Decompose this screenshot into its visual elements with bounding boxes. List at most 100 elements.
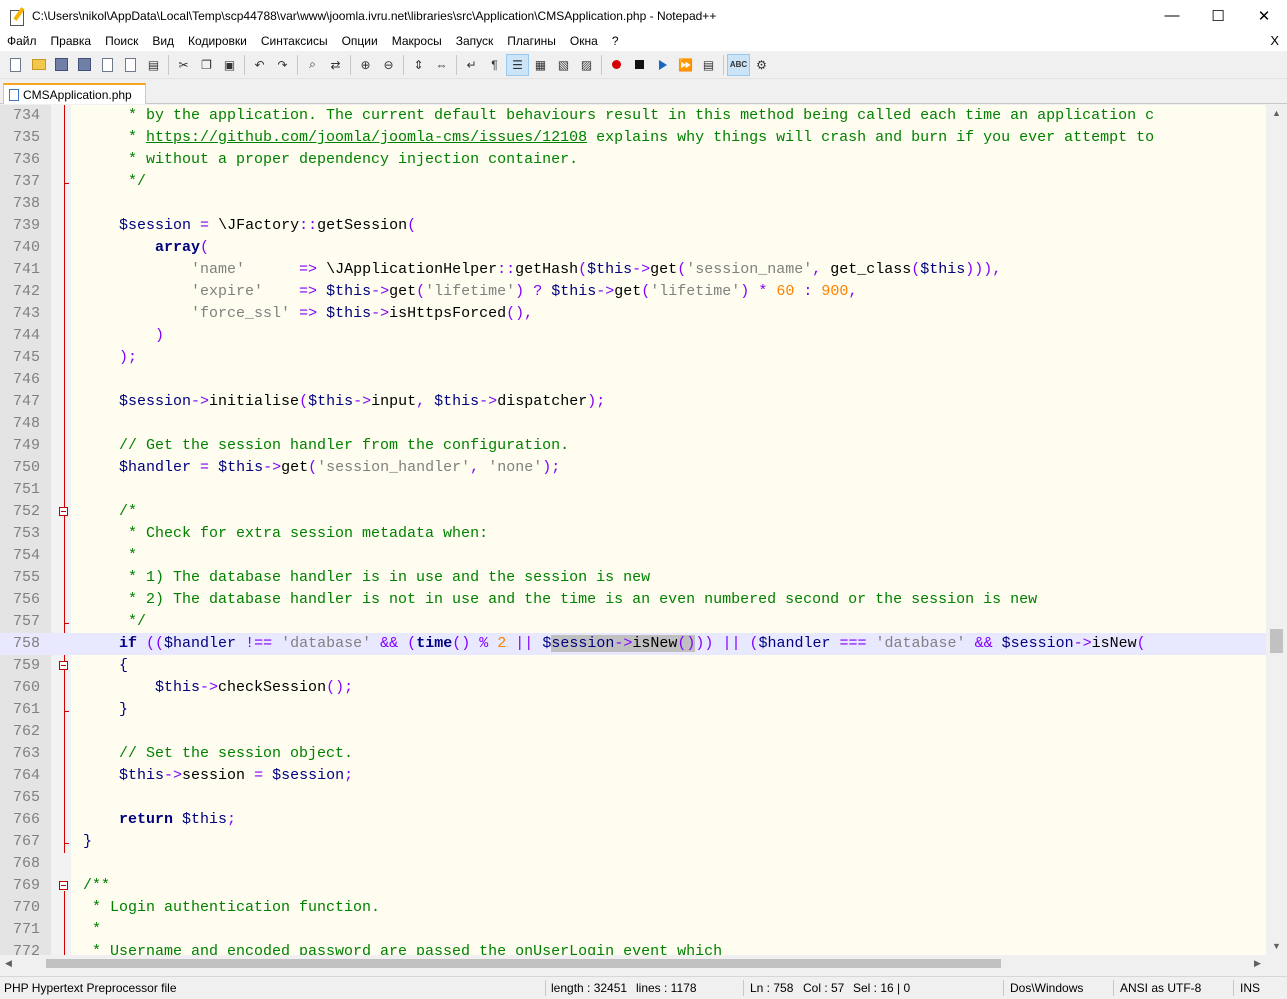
code-line[interactable]: 735 * https://github.com/joomla/joomla-c… bbox=[0, 127, 1266, 149]
fold-toggle-icon[interactable] bbox=[59, 661, 68, 670]
scroll-left-icon[interactable]: ◀ bbox=[0, 955, 17, 972]
menu-run[interactable]: Запуск bbox=[449, 31, 501, 51]
code-line[interactable]: 740 array( bbox=[0, 237, 1266, 259]
code-line[interactable]: 743 'force_ssl' => $this->isHttpsForced(… bbox=[0, 303, 1266, 325]
find-icon[interactable]: ⌕ bbox=[301, 54, 324, 76]
menu-file[interactable]: Файл bbox=[0, 31, 44, 51]
show-all-chars-icon[interactable]: ¶ bbox=[483, 54, 506, 76]
menu-options[interactable]: Опции bbox=[335, 31, 385, 51]
sync-horizontal-icon[interactable]: ⇔ bbox=[430, 54, 453, 76]
spell-check-icon[interactable]: ABC bbox=[727, 53, 750, 76]
save-icon[interactable] bbox=[50, 54, 73, 76]
menu-macros[interactable]: Макросы bbox=[385, 31, 449, 51]
function-list-icon[interactable]: ▧ bbox=[552, 54, 575, 76]
vertical-scroll-thumb[interactable] bbox=[1270, 629, 1283, 653]
zoom-in-icon[interactable]: ⊕ bbox=[354, 54, 377, 76]
scroll-up-icon[interactable]: ▲ bbox=[1266, 105, 1287, 122]
undo-icon[interactable]: ↶ bbox=[248, 54, 271, 76]
minimize-button[interactable]: — bbox=[1149, 0, 1195, 31]
save-macro-icon[interactable]: ▤ bbox=[697, 54, 720, 76]
record-macro-icon[interactable] bbox=[605, 54, 628, 76]
code-line[interactable]: 757 */ bbox=[0, 611, 1266, 633]
close-document-button[interactable]: X bbox=[1270, 31, 1279, 51]
code-line[interactable]: 763 // Set the session object. bbox=[0, 743, 1266, 765]
code-line[interactable]: 744 ) bbox=[0, 325, 1266, 347]
code-line[interactable]: 761 } bbox=[0, 699, 1266, 721]
code-line[interactable]: 746 bbox=[0, 369, 1266, 391]
code-line[interactable]: 745 ); bbox=[0, 347, 1266, 369]
maximize-button[interactable]: ☐ bbox=[1195, 0, 1241, 31]
code-line[interactable]: 741 'name' => \JApplicationHelper::getHa… bbox=[0, 259, 1266, 281]
code-line[interactable]: 767} bbox=[0, 831, 1266, 853]
menu-help[interactable]: ? bbox=[605, 31, 626, 51]
redo-icon[interactable]: ↷ bbox=[271, 54, 294, 76]
open-file-icon[interactable] bbox=[27, 54, 50, 76]
code-token: $this bbox=[83, 679, 201, 696]
horizontal-scrollbar[interactable]: ◀ ▶ bbox=[0, 955, 1266, 972]
code-line[interactable]: 753 * Check for extra session metadata w… bbox=[0, 523, 1266, 545]
code-line[interactable]: 762 bbox=[0, 721, 1266, 743]
tab-cmsapplication[interactable]: CMSApplication.php bbox=[3, 83, 146, 104]
code-line[interactable]: 748 bbox=[0, 413, 1266, 435]
menu-window[interactable]: Окна bbox=[563, 31, 605, 51]
scroll-down-icon[interactable]: ▼ bbox=[1266, 938, 1287, 955]
code-line[interactable]: 750 $handler = $this->get('session_handl… bbox=[0, 457, 1266, 479]
copy-icon[interactable]: ❐ bbox=[195, 54, 218, 76]
menu-plugins[interactable]: Плагины bbox=[500, 31, 563, 51]
code-line[interactable]: 768 bbox=[0, 853, 1266, 875]
code-line[interactable]: 760 $this->checkSession(); bbox=[0, 677, 1266, 699]
code-editor[interactable]: 734 * by the application. The current de… bbox=[0, 105, 1266, 955]
sync-vertical-icon[interactable]: ⇕ bbox=[407, 54, 430, 76]
folder-workspace-icon[interactable]: ▨ bbox=[575, 54, 598, 76]
zoom-out-icon[interactable]: ⊖ bbox=[377, 54, 400, 76]
code-line[interactable]: 751 bbox=[0, 479, 1266, 501]
stop-macro-icon[interactable] bbox=[628, 54, 651, 76]
horizontal-scroll-thumb[interactable] bbox=[46, 959, 1001, 968]
code-line[interactable]: 747 $session->initialise($this->input, $… bbox=[0, 391, 1266, 413]
code-line[interactable]: 756 * 2) The database handler is not in … bbox=[0, 589, 1266, 611]
fold-toggle-icon[interactable] bbox=[59, 881, 68, 890]
menu-search[interactable]: Поиск bbox=[98, 31, 145, 51]
code-line[interactable]: 736 * without a proper dependency inject… bbox=[0, 149, 1266, 171]
menu-edit[interactable]: Правка bbox=[44, 31, 99, 51]
new-file-icon[interactable] bbox=[4, 54, 27, 76]
menu-view[interactable]: Вид bbox=[145, 31, 181, 51]
cut-icon[interactable]: ✂ bbox=[172, 54, 195, 76]
vertical-scrollbar[interactable]: ▲ ▼ bbox=[1266, 105, 1287, 955]
close-all-icon[interactable] bbox=[119, 54, 142, 76]
code-line[interactable]: 771 * bbox=[0, 919, 1266, 941]
code-line[interactable]: 734 * by the application. The current de… bbox=[0, 105, 1266, 127]
code-line[interactable]: 770 * Login authentication function. bbox=[0, 897, 1266, 919]
fold-toggle-icon[interactable] bbox=[59, 507, 68, 516]
close-file-icon[interactable] bbox=[96, 54, 119, 76]
code-line[interactable]: 752 /* bbox=[0, 501, 1266, 523]
code-line[interactable]: 749 // Get the session handler from the … bbox=[0, 435, 1266, 457]
run-macro-multiple-icon[interactable]: ⏩ bbox=[674, 54, 697, 76]
play-macro-icon[interactable] bbox=[651, 54, 674, 76]
code-line[interactable]: 737 */ bbox=[0, 171, 1266, 193]
spell-settings-icon[interactable]: ⚙ bbox=[750, 54, 773, 76]
close-button[interactable]: ✕ bbox=[1241, 0, 1287, 31]
code-line[interactable]: 765 bbox=[0, 787, 1266, 809]
indent-guide-icon[interactable]: ☰ bbox=[506, 53, 529, 76]
code-line[interactable]: 759 { bbox=[0, 655, 1266, 677]
print-icon[interactable]: ▤ bbox=[142, 54, 165, 76]
doc-map-icon[interactable]: ▦ bbox=[529, 54, 552, 76]
code-line[interactable]: 742 'expire' => $this->get('lifetime') ?… bbox=[0, 281, 1266, 303]
code-line[interactable]: 758 if (($handler !== 'database' && (tim… bbox=[0, 633, 1266, 655]
word-wrap-icon[interactable]: ↵ bbox=[460, 54, 483, 76]
save-all-icon[interactable] bbox=[73, 54, 96, 76]
code-line[interactable]: 764 $this->session = $session; bbox=[0, 765, 1266, 787]
replace-icon[interactable]: ⇄ bbox=[324, 54, 347, 76]
code-line[interactable]: 738 bbox=[0, 193, 1266, 215]
paste-icon[interactable]: ▣ bbox=[218, 54, 241, 76]
menu-encoding[interactable]: Кодировки bbox=[181, 31, 254, 51]
code-line[interactable]: 739 $session = \JFactory::getSession( bbox=[0, 215, 1266, 237]
code-line[interactable]: 755 * 1) The database handler is in use … bbox=[0, 567, 1266, 589]
code-line[interactable]: 772 * Username and encoded password are … bbox=[0, 941, 1266, 955]
code-line[interactable]: 769 /** bbox=[0, 875, 1266, 897]
code-line[interactable]: 754 * bbox=[0, 545, 1266, 567]
code-line[interactable]: 766 return $this; bbox=[0, 809, 1266, 831]
scroll-right-icon[interactable]: ▶ bbox=[1249, 955, 1266, 972]
menu-syntax[interactable]: Синтаксисы bbox=[254, 31, 335, 51]
